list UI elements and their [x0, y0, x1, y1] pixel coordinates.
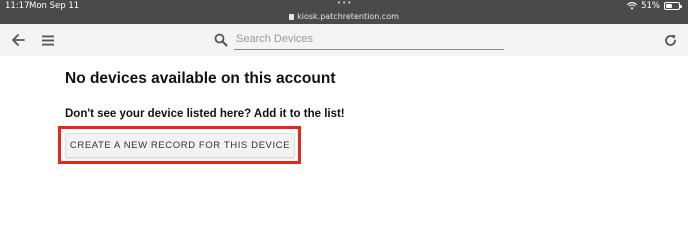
- battery-icon: [664, 2, 682, 10]
- arrow-left-icon: [12, 34, 25, 46]
- hamburger-menu-icon: [42, 35, 54, 45]
- multitasking-dots-icon[interactable]: •••: [337, 0, 352, 7]
- search-input[interactable]: [234, 31, 504, 50]
- add-device-prompt: Don't see your device listed here? Add i…: [65, 108, 345, 120]
- status-time: 11:17: [5, 1, 30, 11]
- battery-level: [666, 4, 673, 8]
- search-bar: [214, 31, 506, 51]
- refresh-icon: [664, 34, 676, 46]
- create-record-button[interactable]: CREATE A NEW RECORD FOR THIS DEVICE: [65, 133, 295, 158]
- search-icon: [214, 33, 228, 47]
- wifi-icon: [627, 2, 638, 10]
- status-indicators: 51%: [627, 1, 682, 11]
- url-text: kiosk.patchretention.com: [297, 12, 399, 21]
- app-toolbar: [0, 24, 688, 56]
- back-button[interactable]: [9, 31, 27, 49]
- refresh-button[interactable]: [661, 31, 679, 49]
- status-bar: 11:17 Mon Sep 11 ••• kiosk.patchretentio…: [0, 0, 688, 24]
- page-title: No devices available on this account: [65, 70, 336, 87]
- battery-percent: 51%: [641, 1, 660, 11]
- status-date: Mon Sep 11: [29, 1, 80, 11]
- main-content: No devices available on this account Don…: [0, 56, 688, 245]
- browser-url[interactable]: kiosk.patchretention.com: [0, 12, 688, 21]
- menu-button[interactable]: [39, 31, 57, 49]
- lock-icon: [289, 14, 295, 20]
